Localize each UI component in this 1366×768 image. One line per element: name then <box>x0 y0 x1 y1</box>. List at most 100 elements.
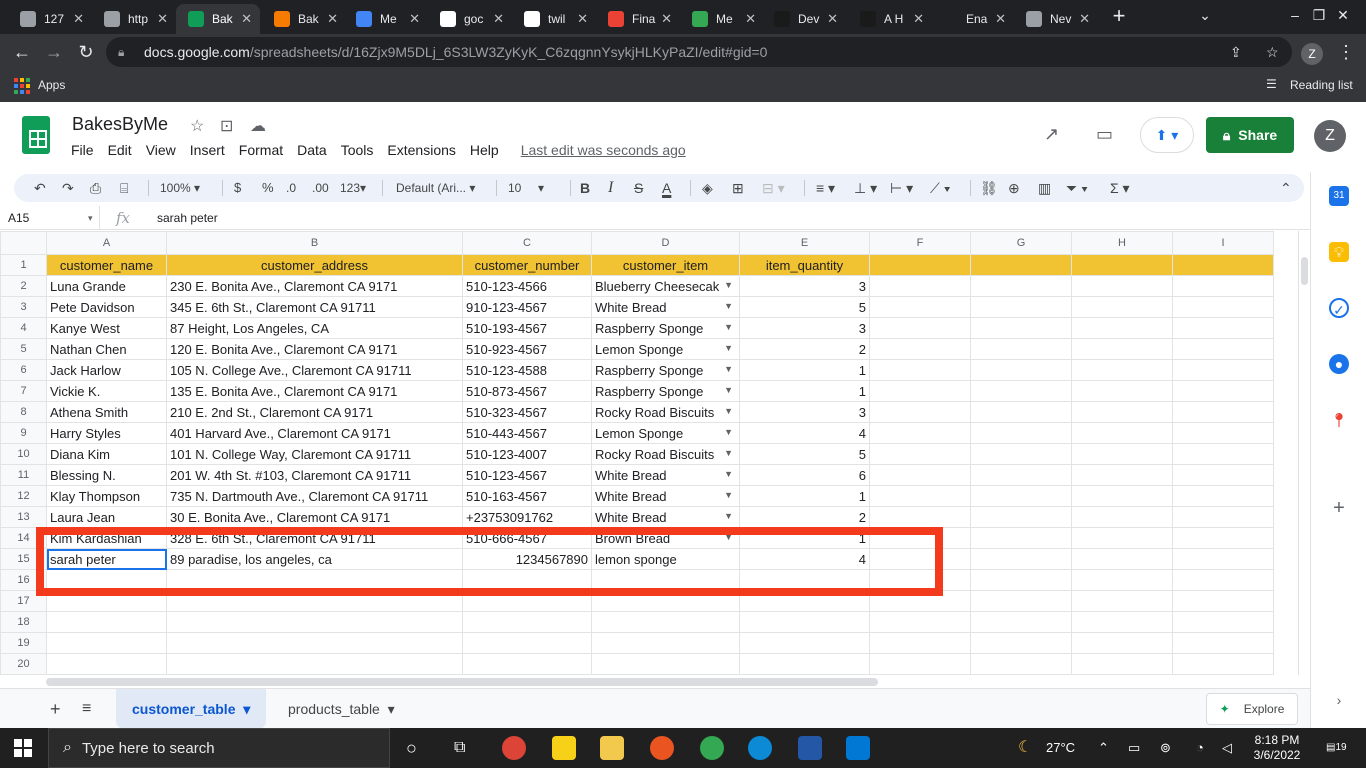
cell[interactable] <box>970 254 1072 276</box>
cell[interactable] <box>46 632 167 654</box>
cell[interactable]: 735 N. Dartmouth Ave., Claremont CA 9171… <box>166 485 463 507</box>
task-view-icon[interactable]: ⧉ <box>454 728 465 768</box>
cell[interactable] <box>1172 296 1274 318</box>
taskbar-search[interactable]: ⌕ Type here to search <box>48 728 390 768</box>
close-tab-icon[interactable]: ✕ <box>577 11 588 27</box>
cell[interactable] <box>1071 464 1173 486</box>
apps-bookmark[interactable]: Apps <box>38 78 65 92</box>
close-tab-icon[interactable]: ✕ <box>661 11 672 27</box>
cell[interactable]: Raspberry Sponge ▼ <box>591 359 740 381</box>
dropdown-chevron-icon[interactable]: ▼ <box>724 490 733 500</box>
collapse-toolbar-icon[interactable]: ⌃ <box>1280 174 1292 202</box>
cell[interactable] <box>869 422 971 444</box>
calendar-icon[interactable]: 31 <box>1329 186 1349 206</box>
move-folder-icon[interactable]: ⊡ <box>220 116 233 136</box>
windows-start-icon[interactable] <box>14 739 32 757</box>
browser-tab[interactable]: Dev ✕ <box>762 4 846 34</box>
chrome-profile-icon[interactable] <box>700 736 724 760</box>
cell[interactable] <box>166 611 463 633</box>
cell[interactable] <box>869 338 971 360</box>
cell[interactable] <box>869 275 971 297</box>
tab-search-icon[interactable]: ⌄ <box>1182 0 1228 30</box>
select-all-corner[interactable] <box>0 231 47 255</box>
account-avatar[interactable]: Z <box>1314 120 1346 152</box>
cell[interactable] <box>869 254 971 276</box>
share-button[interactable]: 🔒︎ Share <box>1206 117 1294 153</box>
print-icon[interactable]: ⎙ <box>90 174 101 202</box>
cell[interactable]: White Bread ▼ <box>591 506 740 528</box>
cell[interactable]: 210 E. 2nd St., Claremont CA 9171 <box>166 401 463 423</box>
cell[interactable] <box>970 653 1072 675</box>
tab-customer-table[interactable]: customer_table ▾ <box>116 689 267 729</box>
cell[interactable]: 201 W. 4th St. #103, Claremont CA 91711 <box>166 464 463 486</box>
text-rotation-icon[interactable]: ⟋ ▾ <box>930 174 951 202</box>
cell[interactable] <box>1071 317 1173 339</box>
cell[interactable]: 135 E. Bonita Ave., Claremont CA 9171 <box>166 380 463 402</box>
font-size-select[interactable]: 10 ▾ <box>508 174 556 202</box>
bookmark-star-icon[interactable]: ☆ <box>1266 44 1279 61</box>
column-header[interactable]: H <box>1071 231 1173 255</box>
close-tab-icon[interactable]: ✕ <box>493 11 504 27</box>
powershell-icon[interactable] <box>798 736 822 760</box>
cell[interactable]: Luna Grande <box>46 275 167 297</box>
cell[interactable]: +23753091762 <box>462 506 592 528</box>
cell[interactable] <box>1071 254 1173 276</box>
cell[interactable] <box>1172 443 1274 465</box>
cell[interactable] <box>970 443 1072 465</box>
font-family-select[interactable]: Default (Ari... ▾ <box>396 174 488 202</box>
cell[interactable]: 510-123-4566 <box>462 275 592 297</box>
cell[interactable] <box>869 317 971 339</box>
align-vertical-icon[interactable]: ⊥ ▾ <box>854 174 877 202</box>
row-header[interactable]: 7 <box>0 380 47 402</box>
cell[interactable]: Lemon Sponge ▼ <box>591 422 740 444</box>
cell[interactable] <box>1172 506 1274 528</box>
show-hidden-icons-icon[interactable]: ⌃ <box>1098 728 1109 768</box>
cell[interactable] <box>1071 275 1173 297</box>
cell[interactable]: 3 <box>739 275 870 297</box>
close-tab-icon[interactable]: ✕ <box>913 11 924 27</box>
cell[interactable] <box>1172 338 1274 360</box>
cell[interactable] <box>970 275 1072 297</box>
percent-format-button[interactable]: % <box>262 174 274 202</box>
cell[interactable] <box>1172 401 1274 423</box>
cell[interactable]: 401 Harvard Ave., Claremont CA 9171 <box>166 422 463 444</box>
text-wrapping-icon[interactable]: ⊢ ▾ <box>890 174 913 202</box>
cell[interactable] <box>1071 422 1173 444</box>
close-tab-icon[interactable]: ✕ <box>827 11 838 27</box>
formula-input[interactable]: sarah peter <box>157 206 218 230</box>
tasks-icon[interactable]: ✓ <box>1329 298 1349 318</box>
cell[interactable] <box>1172 380 1274 402</box>
cell[interactable]: Vickie K. <box>46 380 167 402</box>
keep-icon[interactable]: 💡︎ <box>1329 242 1349 262</box>
cell[interactable] <box>970 611 1072 633</box>
column-header[interactable]: B <box>166 231 463 255</box>
close-tab-icon[interactable]: ✕ <box>1079 11 1090 27</box>
reading-list-label[interactable]: Reading list <box>1290 78 1353 92</box>
dropdown-chevron-icon[interactable]: ▼ <box>724 406 733 416</box>
insert-comment-icon[interactable]: ⊕ <box>1008 174 1020 202</box>
cell[interactable] <box>970 401 1072 423</box>
align-horizontal-icon[interactable]: ≡ ▾ <box>816 174 835 202</box>
browser-tab[interactable]: Ena ✕ <box>930 4 1014 34</box>
reading-list-icon[interactable]: ☰ <box>1266 77 1277 91</box>
file-explorer-icon[interactable] <box>600 736 624 760</box>
dropdown-chevron-icon[interactable]: ▼ <box>724 448 733 458</box>
merge-cells-icon[interactable]: ⊟ ▾ <box>762 174 785 202</box>
cortana-icon[interactable]: ○ <box>406 728 417 768</box>
activity-trend-icon[interactable]: ↗ <box>1044 124 1059 145</box>
cell[interactable] <box>970 380 1072 402</box>
cell[interactable] <box>591 632 740 654</box>
row-header[interactable]: 2 <box>0 275 47 297</box>
volume-icon[interactable]: ◁ <box>1222 728 1232 768</box>
document-title[interactable]: BakesByMe <box>72 114 168 135</box>
undo-icon[interactable]: ↶ <box>34 174 46 202</box>
close-tab-icon[interactable]: ✕ <box>241 11 252 27</box>
browser-tab[interactable]: Me ✕ <box>344 4 428 34</box>
cell[interactable] <box>1071 548 1173 570</box>
cell[interactable] <box>869 653 971 675</box>
browser-tab[interactable]: Fina ✕ <box>596 4 680 34</box>
row-header[interactable]: 4 <box>0 317 47 339</box>
battery-icon[interactable]: ▭ <box>1128 728 1140 768</box>
browser-tab[interactable]: Me ✕ <box>680 4 764 34</box>
cell[interactable]: 510-443-4567 <box>462 422 592 444</box>
